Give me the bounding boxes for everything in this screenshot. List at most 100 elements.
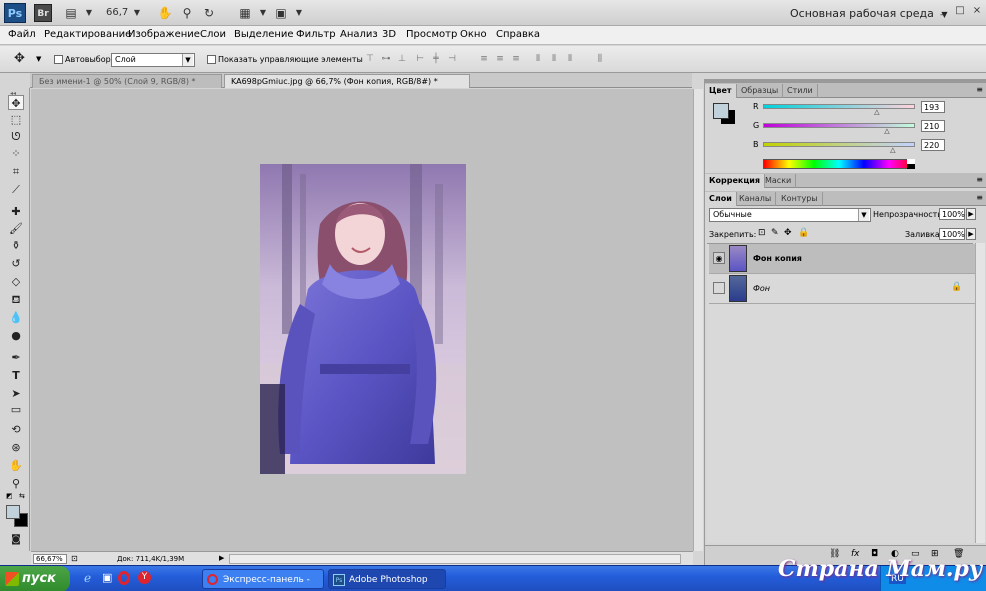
align-vcenter-icon[interactable]: ⊶ [380,53,392,65]
chevron-down-icon[interactable]: ▼ [36,55,41,63]
align-hcenter-icon[interactable]: ╪ [430,53,442,65]
swap-colors-icon[interactable]: ⇆ [19,492,25,500]
channel-g-slider[interactable] [763,123,915,128]
zoom-level[interactable]: 66,7 [106,7,128,18]
fill-arrow-icon[interactable]: ▶ [966,228,976,240]
taskbar-item-express-panel[interactable]: Экспресс-панель - О... [202,569,324,589]
eye-icon[interactable]: ◉ [713,252,725,264]
lasso-tool-icon[interactable]: ᘎ [8,129,24,144]
tab-channels[interactable]: Каналы [735,192,777,206]
workspace-switcher[interactable]: Основная рабочая среда ▼ [790,7,948,20]
distribute-vcenter-icon[interactable]: ≡ [494,53,506,65]
chevron-down-icon[interactable]: ▼ [254,5,272,21]
status-arrow-icon[interactable]: ▶ [219,554,224,562]
foreground-color-swatch[interactable] [713,103,729,119]
menu-file[interactable]: Файл [8,29,36,40]
panel-menu-icon[interactable]: ≡ [976,175,983,184]
quick-select-tool-icon[interactable]: ⁘ [8,146,24,161]
zoom-tool-icon[interactable]: ⚲ [178,5,196,21]
lock-all-icon[interactable]: 🔒 [798,228,809,238]
lock-position-icon[interactable]: ✥ [784,228,792,238]
panel-menu-icon[interactable]: ≡ [976,85,983,94]
align-top-icon[interactable]: ⊤ [364,53,376,65]
film-strip-icon[interactable]: ▤ [62,5,80,21]
channel-r-slider[interactable] [763,104,915,109]
hand-tool-icon[interactable]: ✋ [156,5,174,21]
chevron-down-icon[interactable]: ▼ [290,5,308,21]
move-tool-icon[interactable]: ✥ [14,51,25,66]
layer-row-fon-kopiya[interactable]: ◉ Фон копия [709,244,975,274]
dodge-tool-icon[interactable]: ● [8,328,24,343]
tab-untitled-1[interactable]: Без имени-1 @ 50% (Слой 9, RGB/8) * [32,74,222,88]
menu-view[interactable]: Просмотр [406,29,457,40]
menu-edit[interactable]: Редактирование [44,29,131,40]
channel-r-value[interactable]: 193 [921,101,945,113]
tab-paths[interactable]: Контуры [777,192,823,206]
foreground-color-swatch[interactable] [6,505,20,519]
zoom-field[interactable]: 66,67% [33,554,67,564]
fill-field[interactable]: 100% [939,228,965,240]
align-left-icon[interactable]: ⊢ [414,53,426,65]
vertical-scrollbar[interactable] [693,89,703,551]
distribute-bottom-icon[interactable]: ≡ [510,53,522,65]
history-brush-tool-icon[interactable]: ↺ [8,256,24,271]
rotate-view-icon[interactable]: ↻ [200,5,218,21]
shape-tool-icon[interactable]: ▭ [8,402,24,417]
eraser-tool-icon[interactable]: ◇ [8,274,24,289]
crop-tool-icon[interactable]: ⌗ [8,164,24,179]
channel-g-value[interactable]: 210 [921,120,945,132]
menu-3d[interactable]: 3D [382,29,396,40]
maximize-button[interactable]: □ [952,4,968,18]
lock-transparency-icon[interactable]: ⊡ [758,228,766,238]
distribute-left-icon[interactable]: ⫴ [532,53,544,65]
ie-icon[interactable]: ℯ [84,571,91,585]
chevron-down-icon[interactable]: ▼ [80,5,98,21]
menu-window[interactable]: Окно [460,29,487,40]
menu-image[interactable]: Изображение [128,29,200,40]
channel-g-handle[interactable]: △ [884,127,889,135]
move-tool-icon[interactable]: ✥ [8,95,24,110]
paint-bucket-tool-icon[interactable]: ⛾ [8,292,24,307]
align-bottom-icon[interactable]: ⊥ [396,53,408,65]
spectrum-black-swatch[interactable] [907,164,915,169]
tab-layers[interactable]: Слои [705,192,737,206]
tab-swatches[interactable]: Образцы [737,84,784,98]
opera-icon[interactable] [118,571,130,585]
opacity-field[interactable]: 100% [939,208,965,220]
panel-menu-icon[interactable]: ≡ [976,193,983,202]
screen-mode-icon[interactable]: ▣ [272,5,290,21]
pen-tool-icon[interactable]: ✒ [8,350,24,365]
visibility-toggle[interactable] [713,282,725,294]
layer-row-fon[interactable]: Фон 🔒 [709,274,975,304]
align-right-icon[interactable]: ⊣ [446,53,458,65]
layer-name[interactable]: Фон копия [753,254,802,263]
distribute-top-icon[interactable]: ≡ [478,53,490,65]
tab-adjustments[interactable]: Коррекция [705,174,766,188]
quick-mask-icon[interactable]: ◙ [8,532,24,547]
path-selection-tool-icon[interactable]: ➤ [8,386,24,401]
blur-tool-icon[interactable]: 💧 [8,310,24,325]
lock-pixels-icon[interactable]: ✎ [771,228,779,238]
yandex-icon[interactable]: Y [138,571,151,584]
3d-orbit-tool-icon[interactable]: ⊛ [8,440,24,455]
show-transform-controls-checkbox[interactable] [207,55,216,64]
autoselect-dropdown[interactable]: Слой ▼ [111,53,195,67]
eyedropper-tool-icon[interactable]: ⟋ [8,182,24,197]
minimize-button[interactable]: _ [935,4,951,18]
zoom-tool-icon[interactable]: ⚲ [8,476,24,491]
brush-tool-icon[interactable]: 🖌 [8,221,24,236]
type-tool-icon[interactable]: T [8,368,24,383]
taskbar-item-photoshop[interactable]: Ps Adobe Photoshop CS... [328,569,446,589]
autoselect-checkbox[interactable] [54,55,63,64]
auto-align-icon[interactable]: ⫼ [594,53,606,65]
healing-brush-tool-icon[interactable]: ✚ [8,204,24,219]
horizontal-scrollbar[interactable] [229,554,681,564]
menu-filter[interactable]: Фильтр [296,29,336,40]
clone-stamp-tool-icon[interactable]: ⚱ [8,238,24,253]
show-desktop-icon[interactable]: ▣ [102,571,112,584]
opacity-arrow-icon[interactable]: ▶ [966,208,976,220]
menu-help[interactable]: Справка [496,29,540,40]
tab-ka698pgmiuc[interactable]: KA698pGmiuc.jpg @ 66,7% (Фон копия, RGB/… [224,74,470,88]
layer-name[interactable]: Фон [753,284,770,293]
3d-rotate-tool-icon[interactable]: ⟲ [8,422,24,437]
